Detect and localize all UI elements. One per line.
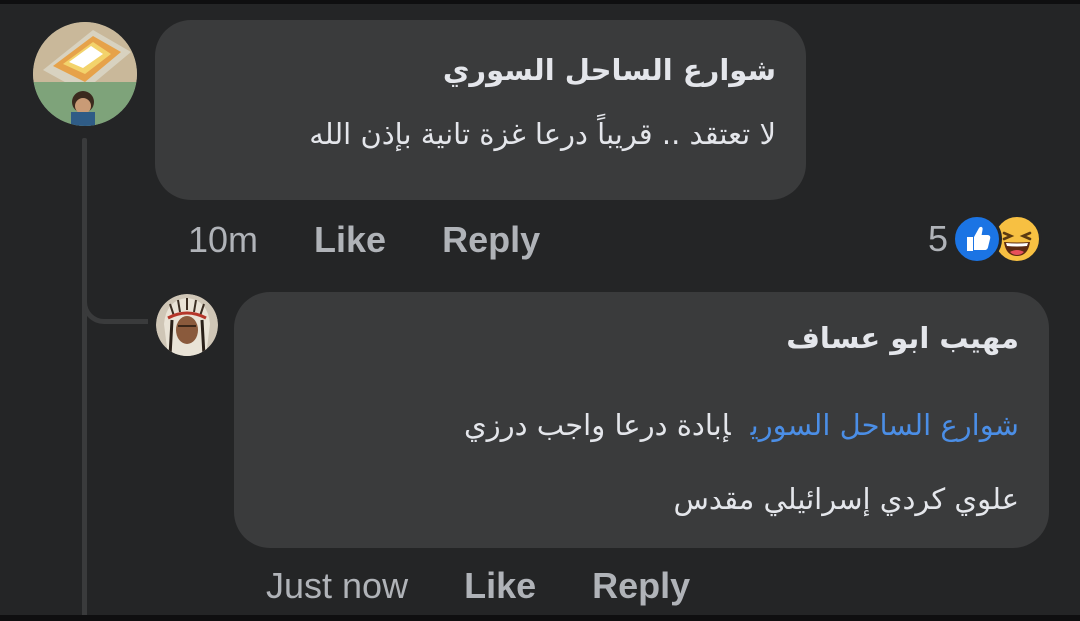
reply-text-part-1: إبادة درعا واجب درزي	[463, 408, 731, 442]
thread-line	[82, 138, 87, 618]
reply-button[interactable]: Reply	[592, 565, 690, 607]
comment-bubble: شوارع الساحل السوري لا تعتقد .. قريباً د…	[155, 20, 806, 200]
top-edge	[0, 0, 1080, 4]
comment-author[interactable]: مهيب ابو عساف	[264, 318, 1019, 358]
mention-link[interactable]: شوارع الساحل السوري	[751, 408, 1019, 442]
reply-text-line-1: شوارع الساحل السوري إبادة درعا واجب درزي	[264, 388, 1019, 462]
like-icon	[952, 214, 1003, 264]
like-button[interactable]: Like	[314, 219, 386, 261]
reply-bubble: مهيب ابو عساف شوارع الساحل السوري إبادة د…	[234, 292, 1049, 548]
like-button[interactable]: Like	[464, 565, 536, 607]
reaction-count: 5	[928, 218, 949, 259]
reply-button[interactable]: Reply	[442, 219, 540, 261]
bottom-edge	[0, 615, 1080, 621]
reply-connector-line	[82, 260, 148, 324]
reply-text: شوارع الساحل السوريإبادة درعا واجب درزي …	[264, 388, 1019, 536]
comment-actions: 10m Like Reply	[188, 218, 596, 262]
comment-timestamp[interactable]: 10m	[188, 219, 258, 261]
reply-actions: Just now Like Reply	[266, 564, 746, 608]
avatar[interactable]	[33, 22, 137, 126]
comment-thread: شوارع الساحل السوري لا تعتقد .. قريباً د…	[0, 0, 1080, 621]
reactions-summary[interactable]: 5	[928, 214, 1043, 264]
comment-timestamp[interactable]: Just now	[266, 565, 408, 607]
avatar[interactable]	[156, 294, 218, 356]
comment-text: لا تعتقد .. قريباً درعا غزة تانية بإذن ا…	[309, 117, 776, 151]
reply-text-line-2: علوي كردي إسرائيلي مقدس	[673, 482, 1020, 516]
comment-author[interactable]: شوارع الساحل السوري	[185, 50, 776, 90]
